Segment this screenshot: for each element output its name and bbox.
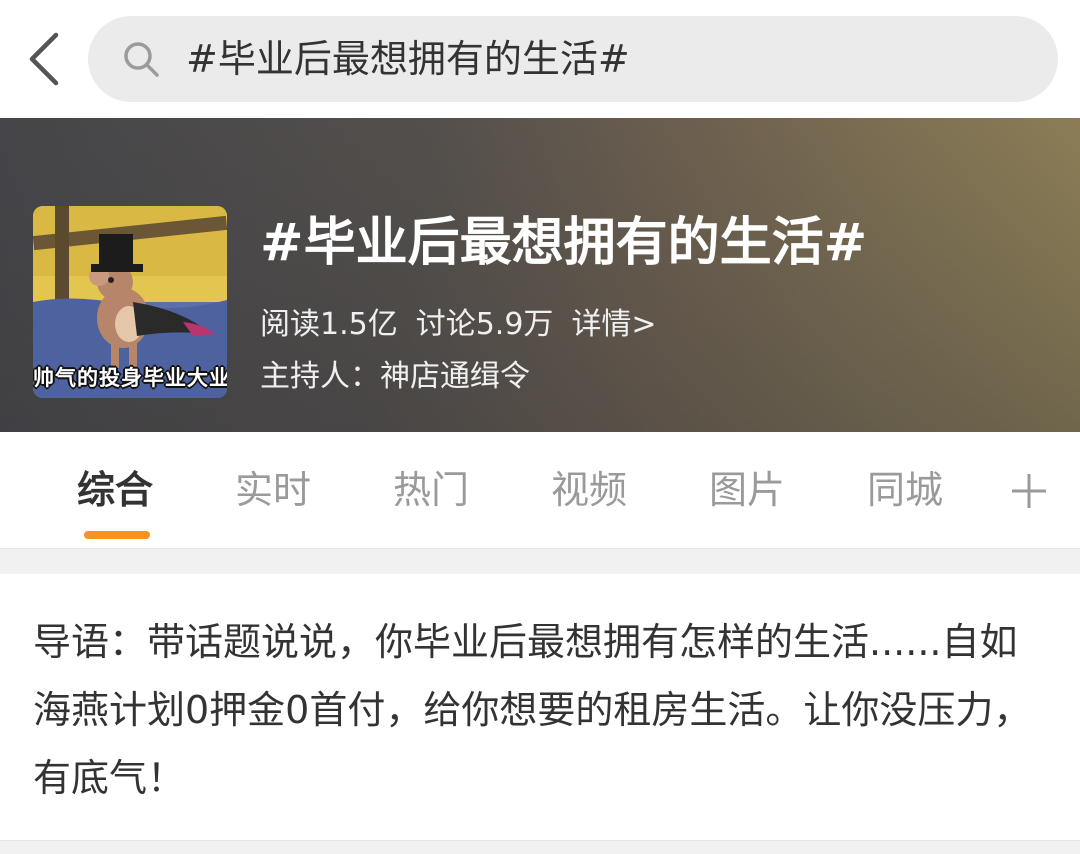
tab-local[interactable]: 同城 [867,464,943,516]
details-link[interactable]: 详情> [571,304,656,346]
section-divider [0,548,1080,574]
topic-avatar[interactable]: 帅气的投身毕业大业 [33,206,227,398]
search-query: #毕业后最想拥有的生活# [186,37,630,81]
plus-icon[interactable] [1010,472,1048,510]
tab-images[interactable]: 图片 [709,464,785,516]
topic-intro: 导语：带话题说说，你毕业后最想拥有怎样的生活......自如海燕计划0押金0首付… [0,574,1080,844]
topic-title: #毕业后最想拥有的生活# [260,213,868,273]
tab-comprehensive[interactable]: 综合 [77,464,153,516]
topic-stats: 阅读1.5亿 讨论5.9万 详情> [260,304,657,346]
discussion-count: 讨论5.9万 [415,307,554,342]
search-input[interactable]: #毕业后最想拥有的生活# [88,16,1058,102]
intro-text: 导语：带话题说说，你毕业后最想拥有怎样的生活......自如海燕计划0押金0首付… [33,620,1032,800]
topic-header: 帅气的投身毕业大业 #毕业后最想拥有的生活# 阅读1.5亿 讨论5.9万 详情>… [0,118,1080,432]
top-bar: #毕业后最想拥有的生活# [0,0,1080,118]
section-divider-bottom [0,840,1080,854]
topic-host[interactable]: 主持人：神店通缉令 [260,356,530,398]
avatar-caption: 帅气的投身毕业大业 [33,366,227,390]
tab-bar: 综合 实时 热门 视频 图片 同城 [0,432,1080,548]
search-icon [124,42,159,77]
active-tab-indicator [84,531,150,539]
chevron-left-icon [29,32,59,86]
tab-video[interactable]: 视频 [551,464,627,516]
tab-hot[interactable]: 热门 [393,464,469,516]
read-count: 阅读1.5亿 [260,307,398,342]
tab-realtime[interactable]: 实时 [235,464,311,516]
back-button[interactable] [22,30,64,88]
